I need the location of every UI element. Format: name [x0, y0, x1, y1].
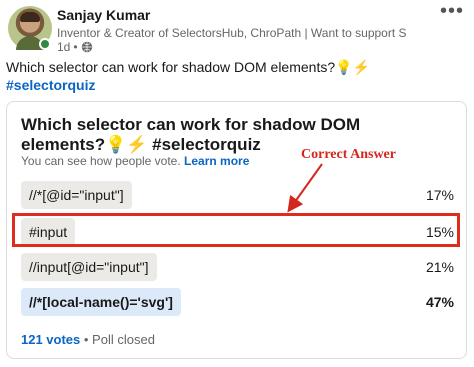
- author-headline: Inventor & Creator of SelectorsHub, Chro…: [57, 26, 407, 40]
- poll-option-percent: 17%: [425, 187, 454, 203]
- more-options-button[interactable]: •••: [440, 1, 464, 21]
- poll-option-label: //input[@id="input"]: [29, 259, 149, 275]
- globe-icon: [81, 41, 92, 53]
- post-timestamp: 1d: [57, 40, 71, 54]
- poll-option-label: //*[@id="input"]: [29, 187, 124, 203]
- annotation-arrow-icon: [287, 163, 323, 213]
- post-header: Sanjay Kumar Inventor & Creator of Selec…: [6, 1, 468, 54]
- post-text: Which selector can work for shadow DOM e…: [6, 59, 370, 75]
- poll-option: //*[@id="input"] 17%: [21, 181, 454, 209]
- meta-separator: •: [73, 40, 78, 54]
- poll-footer: 121 votes • Poll closed: [21, 332, 155, 347]
- visibility-text: You can see how people vote.: [21, 154, 181, 168]
- poll-option-label: //*[local-name()='svg']: [29, 294, 173, 310]
- poll-option: //input[@id="input"] 21%: [21, 253, 454, 281]
- poll-visibility-note: You can see how people vote. Learn more: [21, 154, 249, 168]
- hashtag-link[interactable]: #selectorquiz: [6, 77, 95, 93]
- online-status-indicator: [39, 38, 51, 50]
- poll-option-percent: 47%: [425, 294, 454, 310]
- poll-status: • Poll closed: [83, 332, 155, 347]
- author-name[interactable]: Sanjay Kumar: [57, 7, 150, 23]
- poll-option-percent: 21%: [425, 259, 454, 275]
- correct-answer-highlight-box: [12, 213, 460, 247]
- votes-count-link[interactable]: 121 votes: [21, 332, 80, 347]
- avatar-hair: [20, 12, 40, 22]
- learn-more-link[interactable]: Learn more: [184, 154, 249, 168]
- poll-option-winner: //*[local-name()='svg'] 47%: [21, 288, 454, 316]
- post-meta: 1d •: [57, 40, 93, 54]
